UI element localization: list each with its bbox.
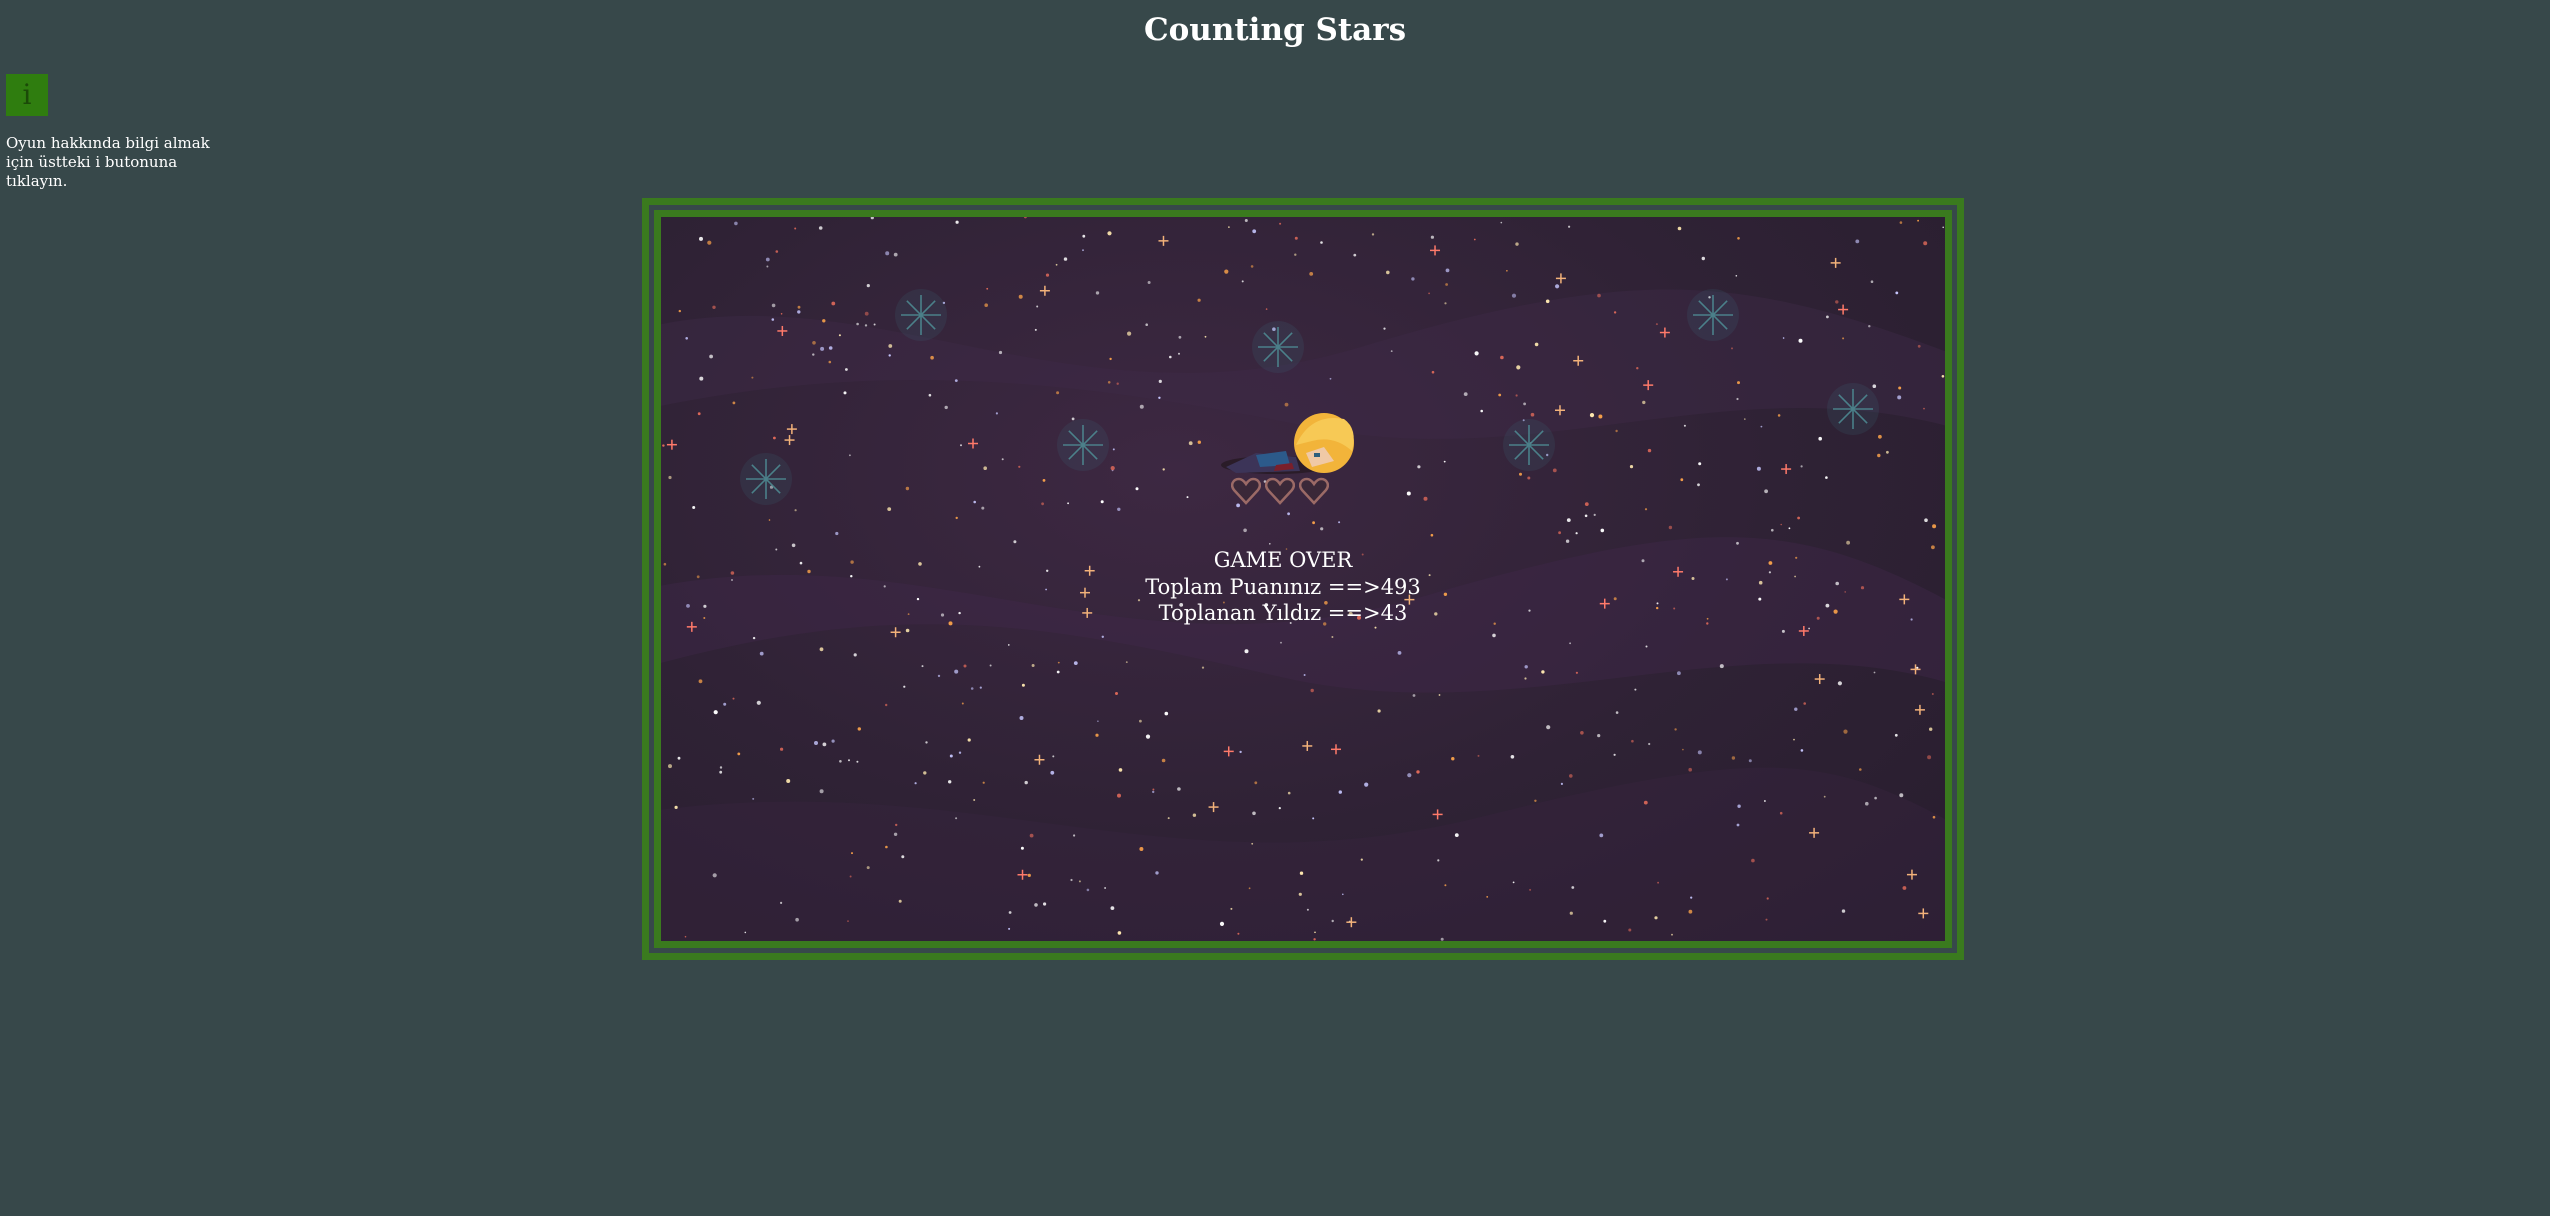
player-sprite — [1221, 413, 1354, 474]
score-text: Toplam Puanınız ==>493 — [1145, 575, 1421, 599]
info-icon: i — [22, 78, 32, 111]
heart-icon — [1265, 477, 1295, 505]
stars-collected-text: Toplanan Yıldız ==>43 — [1158, 601, 1408, 625]
lives-hearts — [1231, 477, 1329, 505]
page-title: Counting Stars — [1143, 12, 1407, 48]
heart-icon — [1299, 477, 1329, 505]
info-button[interactable]: i — [6, 74, 48, 116]
heart-icon — [1231, 477, 1261, 505]
game-over-text: GAME OVER — [1213, 548, 1353, 572]
game-canvas[interactable]: GAME OVER Toplam Puanınız ==>493 Toplana… — [654, 210, 1952, 948]
info-hint: Oyun hakkında bilgi almak için üstteki i… — [6, 134, 210, 190]
game-frame: GAME OVER Toplam Puanınız ==>493 Toplana… — [642, 198, 1964, 960]
